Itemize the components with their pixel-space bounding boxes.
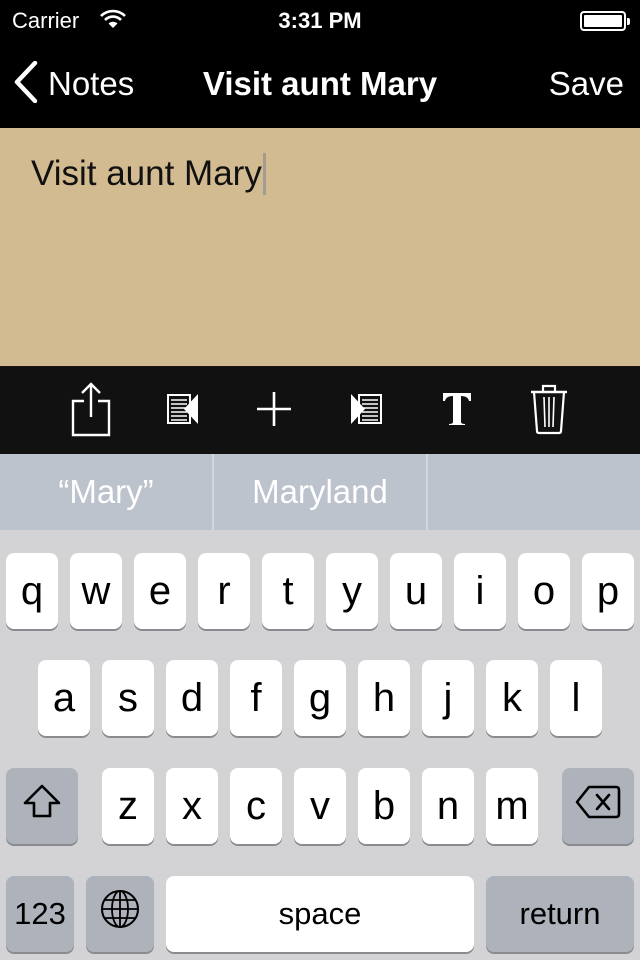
- key-d[interactable]: d: [166, 660, 218, 736]
- space-key[interactable]: space: [166, 876, 474, 952]
- return-key[interactable]: return: [486, 876, 634, 952]
- key-h[interactable]: h: [358, 660, 410, 736]
- key-r[interactable]: r: [198, 553, 250, 629]
- key-v[interactable]: v: [294, 768, 346, 844]
- key-i[interactable]: i: [454, 553, 506, 629]
- delete-key[interactable]: [562, 768, 634, 844]
- trash-icon: [529, 383, 569, 440]
- key-p[interactable]: p: [582, 553, 634, 629]
- key-w[interactable]: w: [70, 553, 122, 629]
- key-e[interactable]: e: [134, 553, 186, 629]
- backspace-icon: [575, 784, 621, 829]
- font-icon: [442, 392, 472, 431]
- battery-icon: [580, 11, 630, 31]
- delete-button[interactable]: [519, 381, 579, 441]
- key-a[interactable]: a: [38, 660, 90, 736]
- add-icon: [256, 391, 292, 432]
- back-label: Notes: [48, 65, 135, 102]
- back-button[interactable]: Notes: [14, 60, 135, 108]
- key-k[interactable]: k: [486, 660, 538, 736]
- key-z[interactable]: z: [102, 768, 154, 844]
- suggestion-item[interactable]: Maryland: [214, 454, 426, 530]
- key-m[interactable]: m: [486, 768, 538, 844]
- next-note-icon: [350, 393, 382, 430]
- key-n[interactable]: n: [422, 768, 474, 844]
- key-f[interactable]: f: [230, 660, 282, 736]
- globe-icon: [100, 889, 140, 939]
- key-t[interactable]: t: [262, 553, 314, 629]
- key-o[interactable]: o: [518, 553, 570, 629]
- note-editor[interactable]: Visit aunt Mary: [0, 128, 640, 366]
- share-button[interactable]: [61, 381, 121, 441]
- status-bar: Carrier 3:31 PM: [0, 0, 640, 40]
- status-time: 3:31 PM: [278, 8, 362, 33]
- add-button[interactable]: [244, 381, 304, 441]
- key-g[interactable]: g: [294, 660, 346, 736]
- previous-note-icon: [167, 393, 199, 430]
- navigation-bar: Notes Visit aunt Mary Save: [0, 40, 640, 128]
- key-j[interactable]: j: [422, 660, 474, 736]
- chevron-left-icon: [14, 60, 38, 108]
- globe-key[interactable]: [86, 876, 154, 952]
- share-icon: [70, 381, 112, 442]
- text-caret: [262, 153, 266, 195]
- predictive-bar: “Mary” Maryland: [0, 454, 640, 530]
- next-note-button[interactable]: [336, 381, 396, 441]
- save-button[interactable]: Save: [549, 65, 624, 103]
- numbers-key[interactable]: 123: [6, 876, 74, 952]
- note-toolbar: [0, 366, 640, 454]
- shift-icon: [22, 783, 62, 829]
- key-x[interactable]: x: [166, 768, 218, 844]
- key-s[interactable]: s: [102, 660, 154, 736]
- suggestion-item[interactable]: [428, 454, 640, 530]
- note-text[interactable]: Visit aunt Mary: [31, 154, 262, 194]
- font-button[interactable]: [427, 381, 487, 441]
- keyboard: q w e r t y u i o p a s d f g h j k l z …: [0, 530, 640, 960]
- key-y[interactable]: y: [326, 553, 378, 629]
- suggestion-item[interactable]: “Mary”: [0, 454, 212, 530]
- previous-note-button[interactable]: [153, 381, 213, 441]
- key-q[interactable]: q: [6, 553, 58, 629]
- key-b[interactable]: b: [358, 768, 410, 844]
- key-l[interactable]: l: [550, 660, 602, 736]
- key-c[interactable]: c: [230, 768, 282, 844]
- shift-key[interactable]: [6, 768, 78, 844]
- key-u[interactable]: u: [390, 553, 442, 629]
